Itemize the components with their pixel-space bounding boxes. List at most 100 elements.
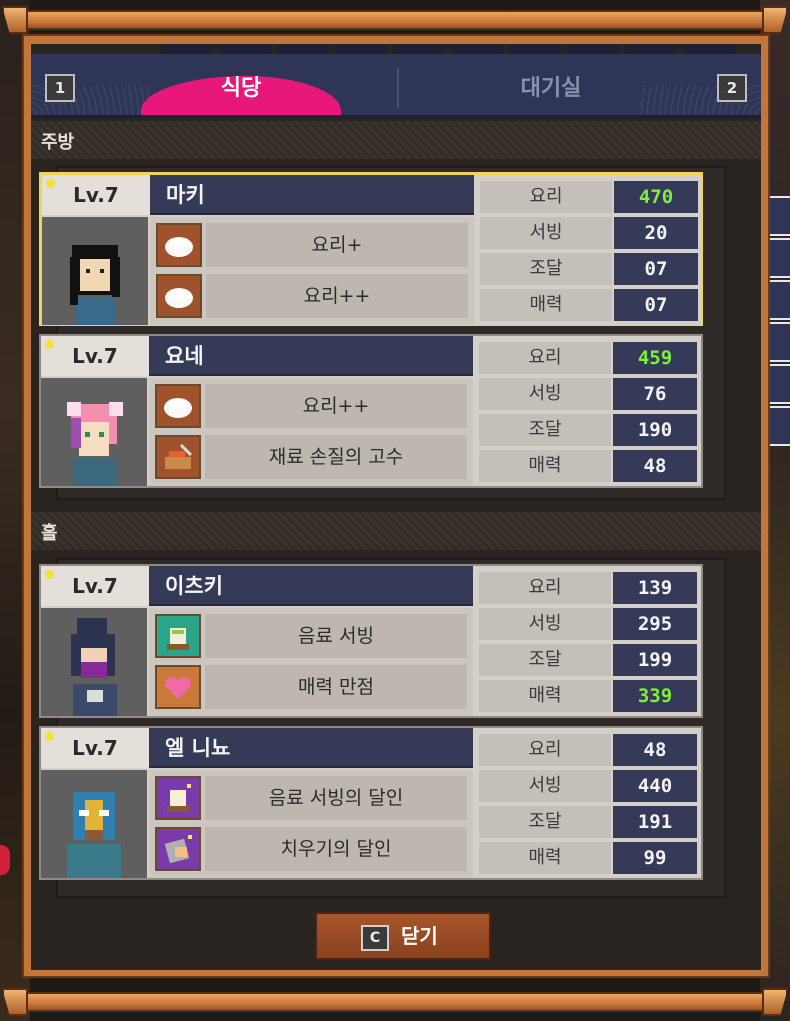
staff-name: 요네 xyxy=(165,344,204,368)
stat-label: 서빙 xyxy=(480,217,612,249)
tea-cup-icon xyxy=(155,614,201,658)
stat-label: 조달 xyxy=(479,644,611,676)
stat-value: 48 xyxy=(613,734,697,766)
stat-row-serving: 서빙 20 xyxy=(480,217,700,249)
stat-row-cooking: 요리 459 xyxy=(479,342,699,374)
stat-value: 339 xyxy=(613,680,697,712)
stat-row-serving: 서빙 76 xyxy=(479,378,699,410)
stat-value: 07 xyxy=(614,289,698,321)
close-key-hint: C xyxy=(361,925,389,951)
skill-slot[interactable]: 치우기의 달인 xyxy=(155,826,467,872)
staff-portrait xyxy=(42,217,148,325)
skill-label: 요리++ xyxy=(206,274,468,318)
staff-panel-inner: 1 식당 대기실 2 주방 Lv.7 마키 요리+ 요리++ 요리 470 서빙… xyxy=(31,44,761,970)
skill-label: 음료 서빙 xyxy=(205,614,467,658)
top-notches xyxy=(161,44,735,54)
staff-portrait xyxy=(41,770,147,878)
dumpling-icon xyxy=(156,274,202,318)
stat-label: 서빙 xyxy=(479,608,611,640)
new-indicator-dot xyxy=(45,570,54,579)
stat-label: 조달 xyxy=(479,806,611,838)
new-indicator-dot xyxy=(45,340,54,349)
level-label: Lv.7 xyxy=(41,566,149,606)
level-label: Lv.7 xyxy=(41,728,149,768)
stat-value: 20 xyxy=(614,217,698,249)
stat-row-cooking: 요리 470 xyxy=(480,181,700,213)
stat-label: 요리 xyxy=(479,734,611,766)
staff-card-yone[interactable]: Lv.7 요네 요리++ 재료 손질의 고수 요리 459 서빙 76 조달 1… xyxy=(39,334,703,488)
staff-portrait xyxy=(41,378,147,486)
skill-label: 치우기의 달인 xyxy=(205,827,467,871)
section-header-kitchen: 주방 xyxy=(31,121,761,159)
skill-slot[interactable]: 재료 손질의 고수 xyxy=(155,434,467,480)
skill-label: 매력 만점 xyxy=(205,665,467,709)
skill-label: 재료 손질의 고수 xyxy=(205,435,467,479)
stat-row-procurement: 조달 190 xyxy=(479,414,699,446)
skills-panel: 요리++ 재료 손질의 고수 xyxy=(149,378,473,486)
close-button[interactable]: C 닫기 xyxy=(315,912,491,960)
stat-value: 191 xyxy=(613,806,697,838)
staff-name: 마키 xyxy=(166,183,205,207)
tab-label: 식당 xyxy=(220,76,262,101)
staff-panel: 1 식당 대기실 2 주방 Lv.7 마키 요리+ 요리++ 요리 470 서빙… xyxy=(22,34,770,978)
tab-label: 대기실 xyxy=(520,76,582,101)
stat-value: 199 xyxy=(613,644,697,676)
skill-slot[interactable]: 음료 서빙의 달인 xyxy=(155,775,467,821)
stat-label: 요리 xyxy=(479,342,611,374)
notification-dot xyxy=(0,845,10,875)
skill-slot[interactable]: 매력 만점 xyxy=(155,664,467,710)
tab-key-hint-left: 1 xyxy=(45,74,75,102)
skills-panel: 음료 서빙 매력 만점 xyxy=(149,608,473,716)
staff-name: 엘 니뇨 xyxy=(165,736,231,760)
stat-row-procurement: 조달 199 xyxy=(479,644,699,676)
stat-label: 서빙 xyxy=(479,770,611,802)
stat-row-charm: 매력 99 xyxy=(479,842,699,874)
stat-value: 295 xyxy=(613,608,697,640)
stat-label: 요리 xyxy=(479,572,611,604)
tab-restaurant[interactable]: 식당 xyxy=(131,66,351,115)
stat-value: 139 xyxy=(613,572,697,604)
skill-label: 요리+ xyxy=(206,223,468,267)
section-title: 홀 xyxy=(41,523,58,544)
new-indicator-dot xyxy=(46,179,55,188)
stat-row-cooking: 요리 139 xyxy=(479,572,699,604)
stat-value: 99 xyxy=(613,842,697,874)
stat-value: 440 xyxy=(613,770,697,802)
stats-panel: 요리 459 서빙 76 조달 190 매력 48 xyxy=(475,336,701,486)
skill-slot[interactable]: 요리+ xyxy=(156,222,468,268)
stat-value: 459 xyxy=(613,342,697,374)
stat-value: 470 xyxy=(614,181,698,213)
stat-label: 매력 xyxy=(479,842,611,874)
level-label: Lv.7 xyxy=(42,175,150,215)
stat-value: 190 xyxy=(613,414,697,446)
stat-label: 조달 xyxy=(479,414,611,446)
new-indicator-dot xyxy=(45,732,54,741)
stat-label: 매력 xyxy=(480,289,612,321)
staff-card-el-nino[interactable]: Lv.7 엘 니뇨 음료 서빙의 달인 치우기의 달인 요리 48 서빙 440… xyxy=(39,726,703,880)
staff-card-maki[interactable]: Lv.7 마키 요리+ 요리++ 요리 470 서빙 20 조달 07 매력 0… xyxy=(39,172,703,326)
skill-slot[interactable]: 요리++ xyxy=(155,383,467,429)
stat-label: 조달 xyxy=(480,253,612,285)
stat-row-procurement: 조달 191 xyxy=(479,806,699,838)
level-label: Lv.7 xyxy=(41,336,149,376)
staff-card-itsuki[interactable]: Lv.7 이츠키 음료 서빙 매력 만점 요리 139 서빙 295 조달 19… xyxy=(39,564,703,718)
stat-label: 매력 xyxy=(479,680,611,712)
tea-cup-sparkle-icon xyxy=(155,776,201,820)
stat-value: 07 xyxy=(614,253,698,285)
section-title: 주방 xyxy=(41,132,75,153)
stat-label: 서빙 xyxy=(479,378,611,410)
stats-panel: 요리 48 서빙 440 조달 191 매력 99 xyxy=(475,728,701,878)
tab-waiting-room[interactable]: 대기실 xyxy=(441,66,661,112)
skills-panel: 음료 서빙의 달인 치우기의 달인 xyxy=(149,770,473,878)
skill-slot[interactable]: 음료 서빙 xyxy=(155,613,467,659)
stat-label: 요리 xyxy=(480,181,612,213)
staff-name: 이츠키 xyxy=(165,574,223,598)
skill-slot[interactable]: 요리++ xyxy=(156,273,468,319)
heart-icon xyxy=(155,665,201,709)
stat-label: 매력 xyxy=(479,450,611,482)
knife-board-icon xyxy=(155,435,201,479)
stat-row-procurement: 조달 07 xyxy=(480,253,700,285)
cleaning-cloth-icon xyxy=(155,827,201,871)
scroll-rod-top xyxy=(0,2,790,36)
scroll-rod-bottom xyxy=(0,984,790,1018)
